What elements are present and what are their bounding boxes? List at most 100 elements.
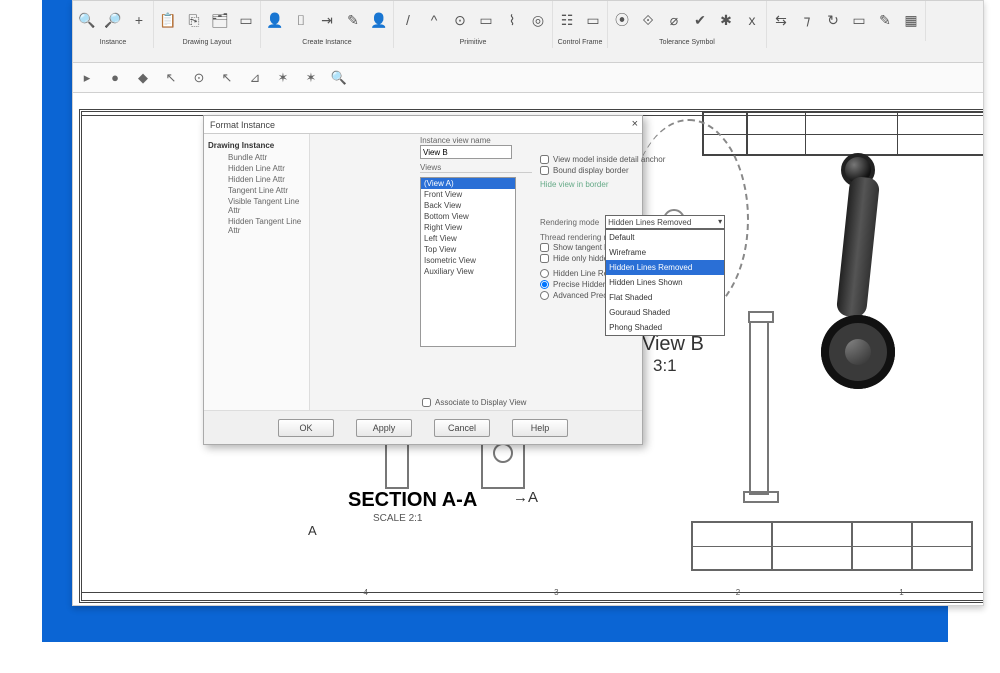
rendering-mode-label: Rendering mode	[540, 218, 599, 227]
ribbon-command-icon[interactable]: +	[129, 3, 149, 37]
toolbar-tool-icon[interactable]: ↖	[161, 68, 181, 88]
checkbox-label: Hide only hidden	[553, 254, 613, 263]
ribbon-command-icon[interactable]: ^	[424, 3, 444, 37]
cad-application-window: 🔍🔎+Instance📋⎘🗂▭Drawing Layout👤⌷⇥✎👤Create…	[72, 0, 984, 606]
dropdown-option[interactable]: Flat Shaded	[606, 290, 724, 305]
associate-display-checkbox[interactable]	[422, 398, 431, 407]
toolbar-tool-icon[interactable]: ⊙	[189, 68, 209, 88]
rendering-radio[interactable]	[540, 280, 549, 289]
list-item[interactable]: Front View	[421, 189, 515, 200]
dialog-button-row: OK Apply Cancel Help	[204, 410, 642, 444]
ribbon-group: ☷▭Control Frame	[553, 1, 608, 48]
ribbon-command-icon[interactable]: ⇥	[317, 3, 337, 37]
list-item[interactable]: Bottom View	[421, 211, 515, 222]
ribbon-command-icon[interactable]: ↻	[823, 3, 843, 37]
drawing-canvas[interactable]: 4 3 2 1 SECTION A-A SCALE 2:1 →A A View …	[73, 93, 983, 605]
ribbon-command-icon[interactable]: 👤	[265, 3, 285, 37]
tree-item[interactable]: Hidden Tangent Line Attr	[218, 216, 305, 236]
option-checkbox[interactable]	[540, 155, 549, 164]
ribbon-command-icon[interactable]: ▦	[901, 3, 921, 37]
dropdown-option[interactable]: Wireframe	[606, 245, 724, 260]
dropdown-option[interactable]: Phong Shaded	[606, 320, 724, 335]
ribbon-command-icon[interactable]: /	[398, 3, 418, 37]
dropdown-option[interactable]: Gouraud Shaded	[606, 305, 724, 320]
rendering-mode-options[interactable]: DefaultWireframeHidden Lines RemovedHidd…	[605, 229, 725, 336]
tree-item[interactable]: Tangent Line Attr	[218, 185, 305, 196]
ribbon-command-icon[interactable]: ▭	[236, 3, 256, 37]
ribbon-command-icon[interactable]: ⌀	[664, 3, 684, 37]
tree-header[interactable]: Drawing Instance	[208, 140, 305, 151]
ok-button[interactable]: OK	[278, 419, 334, 437]
section-view-title: SECTION A-A	[348, 489, 477, 512]
flag-icon[interactable]: ▸	[77, 68, 97, 88]
instance-name-input[interactable]	[420, 145, 512, 159]
section-arrow-a: →A	[513, 489, 538, 506]
option-checkbox[interactable]	[540, 243, 549, 252]
ribbon-command-icon[interactable]: ⌇	[502, 3, 522, 37]
toolbar-tool-icon[interactable]: ●	[105, 68, 125, 88]
ribbon-command-icon[interactable]: ⎘	[184, 3, 204, 37]
list-item[interactable]: Left View	[421, 233, 515, 244]
ribbon-command-icon[interactable]: ✱	[716, 3, 736, 37]
dropdown-option[interactable]: Hidden Lines Shown	[606, 275, 724, 290]
cancel-button[interactable]: Cancel	[434, 419, 490, 437]
toolbar-tool-icon[interactable]: ⊿	[245, 68, 265, 88]
toolbar-tool-icon[interactable]: ↖	[217, 68, 237, 88]
ribbon-command-icon[interactable]: 🗂	[210, 3, 230, 37]
option-checkbox[interactable]	[540, 254, 549, 263]
ribbon-command-icon[interactable]: ✎	[875, 3, 895, 37]
dialog-title-text: Format Instance	[210, 120, 275, 130]
tree-item[interactable]: Bundle Attr	[218, 152, 305, 163]
tree-item[interactable]: Visible Tangent Line Attr	[218, 196, 305, 216]
toolbar-tool-icon[interactable]: 🔍	[329, 68, 349, 88]
ribbon-command-icon[interactable]: ▭	[476, 3, 496, 37]
ribbon-command-icon[interactable]: ⊙	[450, 3, 470, 37]
list-item[interactable]: (View A)	[421, 178, 515, 189]
ribbon-command-icon[interactable]: ⇆	[771, 3, 791, 37]
ribbon-command-icon[interactable]: ⟐	[638, 3, 658, 37]
toolbar-tool-icon[interactable]: ◆	[133, 68, 153, 88]
dialog-titlebar: Format Instance ×	[204, 116, 642, 134]
close-icon[interactable]: ×	[632, 118, 638, 130]
toolbar-tool-icon[interactable]: ✶	[301, 68, 321, 88]
checkbox-label: View model inside detail anchor	[553, 155, 665, 164]
link-text[interactable]: Hide view in border	[540, 180, 740, 189]
ribbon-command-icon[interactable]: ⌷	[291, 3, 311, 37]
tree-item[interactable]: Hidden Line Attr	[218, 174, 305, 185]
dropdown-option[interactable]: Default	[606, 230, 724, 245]
ribbon-command-icon[interactable]: ⁊	[797, 3, 817, 37]
toolbar-tool-icon[interactable]: ✶	[273, 68, 293, 88]
tree-item[interactable]: Hidden Line Attr	[218, 163, 305, 174]
list-item[interactable]: Back View	[421, 200, 515, 211]
apply-button[interactable]: Apply	[356, 419, 412, 437]
ribbon-command-icon[interactable]: ◎	[528, 3, 548, 37]
ribbon-command-icon[interactable]: ✎	[343, 3, 363, 37]
ribbon-command-icon[interactable]: 🔍	[77, 3, 97, 37]
ribbon-command-icon[interactable]: ✔	[690, 3, 710, 37]
dropdown-option[interactable]: Hidden Lines Removed	[606, 260, 724, 275]
ribbon-command-icon[interactable]: x	[742, 3, 762, 37]
ribbon-command-icon[interactable]: ▭	[583, 3, 603, 37]
rendering-radio[interactable]	[540, 269, 549, 278]
views-list-label: Views	[420, 163, 532, 173]
dialog-category-tree[interactable]: Drawing Instance Bundle AttrHidden Line …	[204, 134, 310, 410]
ribbon-command-icon[interactable]: 📋	[158, 3, 178, 37]
ribbon-command-icon[interactable]: 🔎	[103, 3, 123, 37]
list-item[interactable]: Auxiliary View	[421, 266, 515, 277]
list-item[interactable]: Isometric View	[421, 255, 515, 266]
ribbon-toolbar: 🔍🔎+Instance📋⎘🗂▭Drawing Layout👤⌷⇥✎👤Create…	[73, 1, 983, 63]
associate-display-label: Associate to Display View	[435, 398, 526, 407]
list-item[interactable]: Top View	[421, 244, 515, 255]
ribbon-command-icon[interactable]: ☷	[557, 3, 577, 37]
list-item[interactable]: Right View	[421, 222, 515, 233]
option-checkbox[interactable]	[540, 166, 549, 175]
dimension-table	[691, 521, 973, 571]
ribbon-command-icon[interactable]: ⦿	[612, 3, 632, 37]
views-listbox[interactable]: (View A)Front ViewBack ViewBottom ViewRi…	[420, 177, 516, 347]
help-button[interactable]: Help	[512, 419, 568, 437]
rendering-radio[interactable]	[540, 291, 549, 300]
ribbon-command-icon[interactable]: 👤	[369, 3, 389, 37]
ribbon-command-icon[interactable]: ▭	[849, 3, 869, 37]
rendering-mode-dropdown[interactable]: Hidden Lines Removed ▾ DefaultWireframeH…	[605, 215, 725, 229]
ribbon-group-label: Primitive	[460, 37, 487, 48]
